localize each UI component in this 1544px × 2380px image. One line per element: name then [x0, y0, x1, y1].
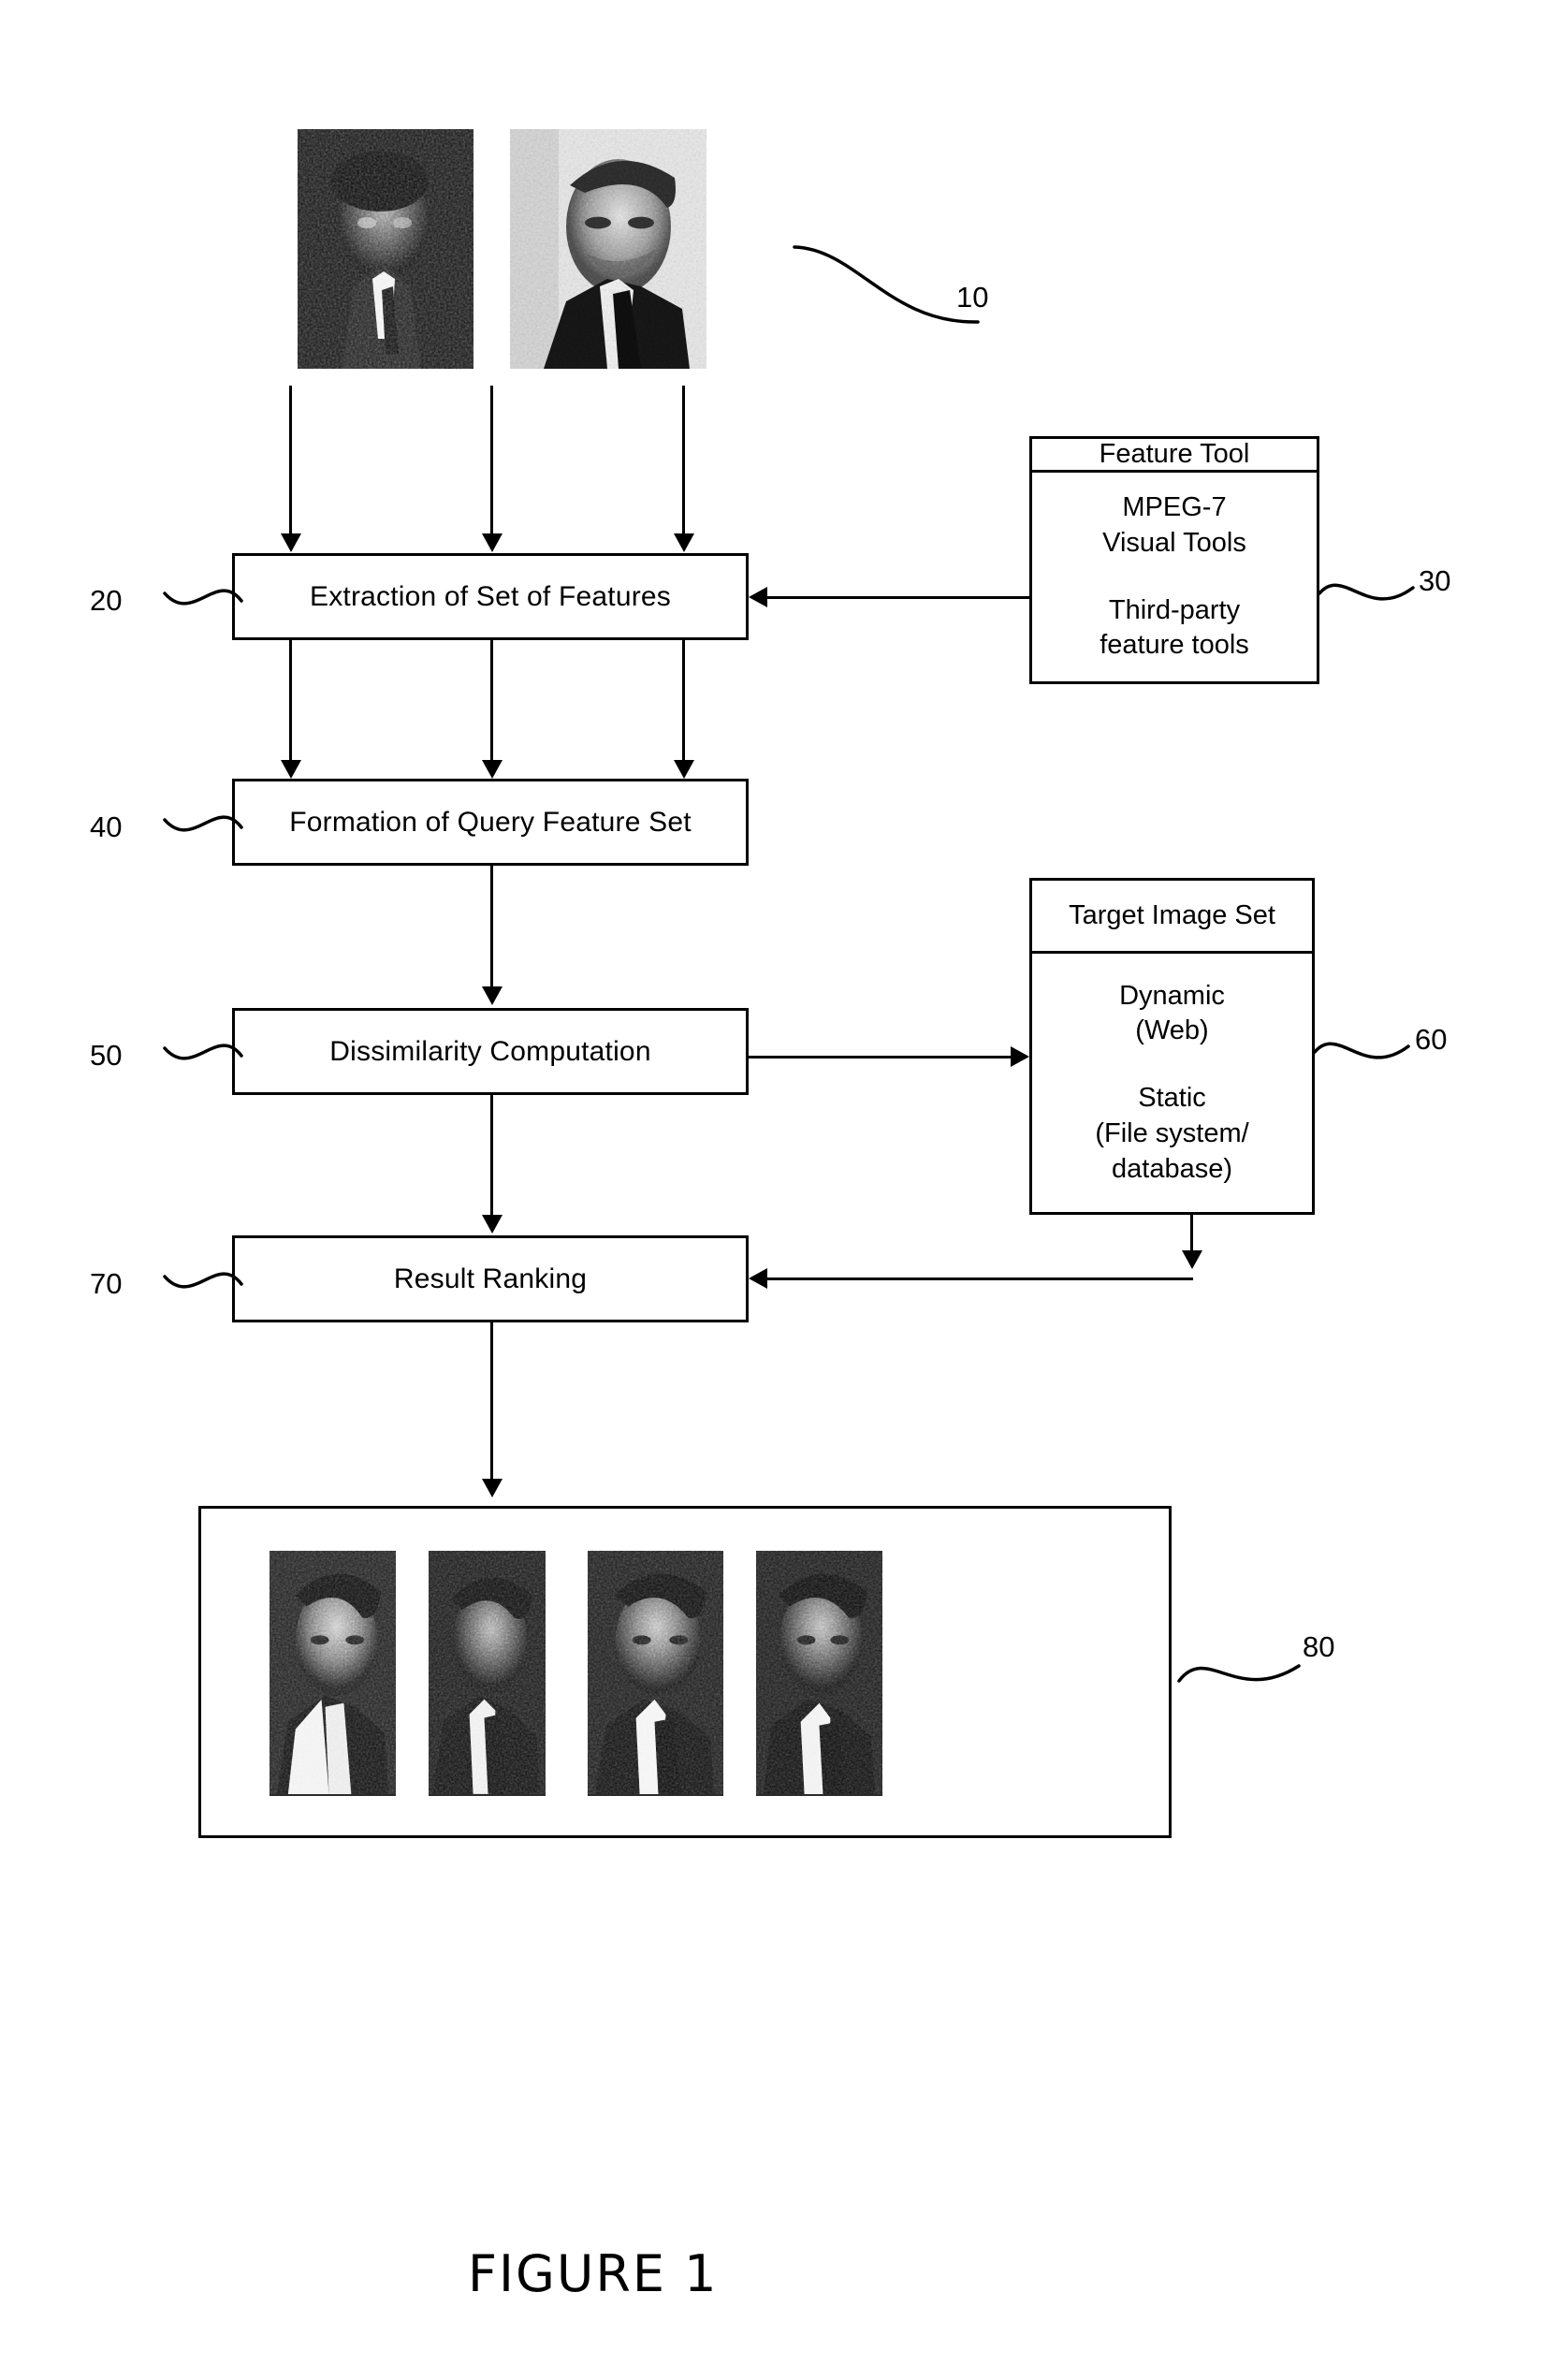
connector-dissimilarity-to-ranking — [490, 1095, 493, 1217]
arrowhead-featuretool-to-extraction — [749, 587, 767, 607]
arrowhead-extraction-to-formation-2 — [482, 760, 503, 779]
arrowhead-target-down — [1182, 1250, 1202, 1269]
connector-dissimilarity-to-target — [749, 1056, 1012, 1059]
figure-caption: FIGURE 1 — [468, 2244, 719, 2303]
connector-img-to-extraction-2 — [490, 386, 493, 535]
feature-tool-body: MPEG-7 Visual Tools Third-party feature … — [1032, 473, 1317, 681]
target-image-set-box[interactable]: Target Image Set Dynamic (Web) Static (F… — [1029, 878, 1315, 1215]
connector-formation-to-dissimilarity — [490, 866, 493, 987]
arrowhead-img-to-extraction-1 — [281, 533, 301, 552]
feature-tool-box[interactable]: Feature Tool MPEG-7 Visual Tools Third-p… — [1029, 436, 1319, 684]
result-thumbnail-row — [269, 1551, 882, 1796]
connector-img-to-extraction-3 — [682, 386, 685, 535]
arrowhead-extraction-to-formation-3 — [674, 760, 694, 779]
leader-line-50 — [163, 1044, 243, 1060]
target-image-set-body: Dynamic (Web) Static (File system/ datab… — [1032, 954, 1312, 1212]
target-image-set-item-static-line1: Static — [1138, 1083, 1206, 1114]
connector-featuretool-to-extraction — [767, 596, 1029, 599]
connector-extraction-to-formation-2 — [490, 640, 493, 762]
ref-number-60: 60 — [1415, 1023, 1448, 1056]
connector-extraction-to-formation-3 — [682, 640, 685, 762]
process-box-extraction[interactable]: Extraction of Set of Features — [232, 553, 749, 640]
ref-number-30: 30 — [1419, 564, 1451, 597]
feature-tool-item-thirdparty-line1: Third-party — [1108, 594, 1241, 625]
leader-line-80 — [1177, 1664, 1301, 1683]
process-box-formation-label: Formation of Query Feature Set — [289, 806, 692, 838]
connector-extraction-to-formation-1 — [289, 640, 292, 762]
arrowhead-formation-to-dissimilarity — [482, 986, 503, 1005]
process-box-result-ranking[interactable]: Result Ranking — [232, 1235, 749, 1322]
arrowhead-extraction-to-formation-1 — [281, 760, 301, 779]
ref-number-80: 80 — [1303, 1630, 1335, 1663]
ref-number-40: 40 — [90, 810, 123, 843]
feature-tool-item-mpeg7: MPEG-7 Visual Tools — [1102, 490, 1246, 561]
feature-tool-item-thirdparty: Third-party feature tools — [1100, 593, 1249, 664]
arrowhead-dissimilarity-to-ranking — [482, 1215, 503, 1234]
process-box-result-ranking-label: Result Ranking — [393, 1263, 588, 1294]
ref-number-20: 20 — [90, 584, 123, 617]
query-image-2 — [510, 129, 706, 369]
ref-number-10: 10 — [956, 281, 989, 314]
process-box-dissimilarity-label: Dissimilarity Computation — [329, 1035, 651, 1067]
feature-tool-item-mpeg7-line1: MPEG-7 — [1122, 492, 1227, 523]
ref-number-50: 50 — [90, 1039, 123, 1072]
target-image-set-title: Target Image Set — [1032, 881, 1312, 954]
process-box-extraction-label: Extraction of Set of Features — [310, 580, 671, 612]
target-image-set-item-static: Static (File system/ database) — [1095, 1081, 1248, 1187]
result-image-4[interactable] — [756, 1551, 882, 1796]
ref-number-70: 70 — [90, 1267, 123, 1300]
leader-line-20 — [163, 589, 243, 606]
leader-line-30 — [1318, 583, 1415, 601]
feature-tool-item-thirdparty-line2: feature tools — [1100, 630, 1249, 661]
patent-figure-canvas: 10 Extraction of Set of Features 20 Feat… — [0, 0, 1544, 2380]
connector-ranking-to-results — [490, 1322, 493, 1482]
connector-target-to-ranking — [767, 1278, 1193, 1280]
arrowhead-dissimilarity-to-target — [1011, 1046, 1029, 1067]
connector-img-to-extraction-1 — [289, 386, 292, 535]
target-image-set-item-static-line2: (File system/ — [1095, 1117, 1249, 1148]
target-image-set-item-dynamic-line2: (Web) — [1135, 1015, 1209, 1046]
arrowhead-img-to-extraction-2 — [482, 533, 503, 552]
feature-tool-title: Feature Tool — [1032, 439, 1317, 473]
process-box-dissimilarity[interactable]: Dissimilarity Computation — [232, 1008, 749, 1095]
result-image-3[interactable] — [588, 1551, 723, 1796]
leader-line-40 — [163, 815, 243, 832]
query-image-1 — [298, 129, 473, 369]
arrowhead-target-to-ranking — [749, 1268, 767, 1289]
target-image-set-item-static-line3: database) — [1112, 1153, 1232, 1184]
target-image-set-item-dynamic-line1: Dynamic — [1119, 980, 1225, 1011]
feature-tool-item-mpeg7-line2: Visual Tools — [1102, 527, 1246, 558]
arrowhead-ranking-to-results — [482, 1479, 503, 1497]
result-image-1[interactable] — [269, 1551, 396, 1796]
process-box-formation[interactable]: Formation of Query Feature Set — [232, 779, 749, 866]
leader-line-60 — [1313, 1042, 1410, 1059]
target-image-set-item-dynamic: Dynamic (Web) — [1119, 979, 1225, 1049]
leader-line-70 — [163, 1272, 243, 1289]
result-image-2[interactable] — [429, 1551, 546, 1796]
arrowhead-img-to-extraction-3 — [674, 533, 694, 552]
